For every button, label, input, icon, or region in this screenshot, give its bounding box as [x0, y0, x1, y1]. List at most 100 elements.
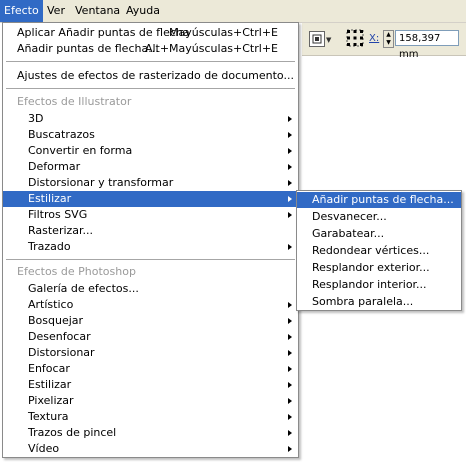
submenu-item-label: Redondear vértices... — [312, 244, 430, 257]
menu-item-shortcut: Alt+Mayúsculas+Ctrl+E — [144, 42, 278, 55]
efecto-menu: Aplicar Añadir puntas de flecha Mayúscul… — [2, 22, 299, 458]
menu-item-pixelizar[interactable]: Pixelizar — [3, 393, 298, 409]
menu-item-galeria-de-efectos[interactable]: Galería de efectos... — [3, 281, 298, 297]
submenu-arrow-icon — [288, 196, 292, 202]
x-coordinate-field[interactable]: 158,397 mm — [395, 30, 459, 60]
menu-item-label: Buscatrazos — [28, 128, 95, 141]
submenu-arrow-icon — [288, 212, 292, 218]
submenu-arrow-icon — [288, 148, 292, 154]
menu-item-artistico[interactable]: Artístico — [3, 297, 298, 313]
menu-item-raster-settings[interactable]: Ajustes de efectos de rasterizado de doc… — [3, 68, 298, 84]
menu-item-desenfocar[interactable]: Desenfocar — [3, 329, 298, 345]
menu-item-trazos-de-pincel[interactable]: Trazos de pincel — [3, 425, 298, 441]
submenu-arrow-icon — [288, 244, 292, 250]
submenu-item-garabatear[interactable]: Garabatear... — [297, 226, 461, 242]
section-header-label: Efectos de Illustrator — [17, 95, 132, 108]
submenu-item-label: Resplandor exterior... — [312, 261, 430, 274]
x-coordinate-label: X: — [369, 33, 380, 44]
menubar-item-efecto[interactable]: Efecto — [0, 0, 43, 22]
submenu-arrow-icon — [288, 446, 292, 452]
menu-item-bosquejar[interactable]: Bosquejar — [3, 313, 298, 329]
menubar-label: Ventana — [75, 4, 121, 17]
menubar-item-ayuda[interactable]: Ayuda — [122, 0, 164, 22]
menu-item-deformar[interactable]: Deformar — [3, 159, 298, 175]
submenu-arrow-icon — [288, 430, 292, 436]
section-header-photoshop: Efectos de Photoshop — [3, 264, 298, 280]
menu-item-convertir-en-forma[interactable]: Convertir en forma — [3, 143, 298, 159]
menubar-label: Efecto — [4, 4, 39, 17]
control-toolbar: ▼ X: ▲ ▼ 158,397 mm — [302, 23, 466, 60]
menu-item-label: Pixelizar — [28, 394, 74, 407]
menu-item-distorsionar-y-transformar[interactable]: Distorsionar y transformar — [3, 175, 298, 191]
menu-item-filtros-svg[interactable]: Filtros SVG — [3, 207, 298, 223]
menu-item-label: Filtros SVG — [28, 208, 88, 221]
submenu-arrow-icon — [288, 318, 292, 324]
submenu-item-resplandor-exterior[interactable]: Resplandor exterior... — [297, 260, 461, 276]
submenu-item-resplandor-interior[interactable]: Resplandor interior... — [297, 277, 461, 293]
menu-item-enfocar[interactable]: Enfocar — [3, 361, 298, 377]
menu-item-3d[interactable]: 3D — [3, 111, 298, 127]
menu-item-label: Aplicar Añadir puntas de flecha — [17, 26, 190, 39]
menu-item-estilizar-ps[interactable]: Estilizar — [3, 377, 298, 393]
submenu-item-sombra-paralela[interactable]: Sombra paralela... — [297, 294, 461, 310]
submenu-arrow-icon — [288, 334, 292, 340]
menu-item-buscatrazos[interactable]: Buscatrazos — [3, 127, 298, 143]
menubar-item-ventana[interactable]: Ventana — [71, 0, 124, 22]
section-header-label: Efectos de Photoshop — [17, 265, 136, 278]
submenu-item-label: Resplandor interior... — [312, 278, 427, 291]
submenu-item-label: Desvanecer... — [312, 210, 387, 223]
menu-item-label: Galería de efectos... — [28, 282, 139, 295]
menu-item-label: Rasterizar... — [28, 224, 94, 237]
menu-item-label: Bosquejar — [28, 314, 84, 327]
menu-item-last-effect[interactable]: Añadir puntas de flecha... Alt+Mayúscula… — [3, 41, 298, 57]
menu-item-label: Desenfocar — [28, 330, 91, 343]
menu-item-video[interactable]: Vídeo — [3, 441, 298, 457]
submenu-arrow-icon — [288, 350, 292, 356]
menu-item-apply-last-effect[interactable]: Aplicar Añadir puntas de flecha Mayúscul… — [3, 25, 298, 41]
menubar-label: Ayuda — [126, 4, 160, 17]
submenu-item-anadir-puntas-de-flecha[interactable]: Añadir puntas de flecha... — [297, 192, 461, 208]
align-glyph-icon — [312, 34, 322, 44]
submenu-item-redondear-vertices[interactable]: Redondear vértices... — [297, 243, 461, 259]
menu-item-label: Trazos de pincel — [28, 426, 117, 439]
menu-item-label: Distorsionar y transformar — [28, 176, 174, 189]
menu-item-trazado[interactable]: Trazado — [3, 239, 298, 255]
menu-item-label: Artístico — [28, 298, 74, 311]
menu-item-label: Vídeo — [28, 442, 60, 455]
submenu-arrow-icon — [288, 382, 292, 388]
submenu-item-desvanecer[interactable]: Desvanecer... — [297, 209, 461, 225]
menu-item-estilizar[interactable]: Estilizar — [3, 191, 298, 207]
menu-bar: Efecto Ver Ventana Ayuda — [0, 0, 466, 23]
menu-item-label: Convertir en forma — [28, 144, 133, 157]
reference-point-icon[interactable] — [346, 29, 364, 47]
menu-item-label: Distorsionar — [28, 346, 95, 359]
menu-separator — [6, 259, 295, 261]
menu-item-distorsionar[interactable]: Distorsionar — [3, 345, 298, 361]
menubar-item-ver[interactable]: Ver — [43, 0, 69, 22]
align-icon[interactable] — [309, 31, 325, 47]
menu-item-label: Enfocar — [28, 362, 70, 375]
dropdown-arrow-icon[interactable]: ▼ — [326, 36, 331, 44]
submenu-arrow-icon — [288, 116, 292, 122]
submenu-arrow-icon — [288, 132, 292, 138]
menu-item-rasterizar[interactable]: Rasterizar... — [3, 223, 298, 239]
menu-item-textura[interactable]: Textura — [3, 409, 298, 425]
submenu-arrow-icon — [288, 164, 292, 170]
menu-item-label: Deformar — [28, 160, 81, 173]
menu-item-label: 3D — [28, 112, 44, 125]
menu-separator — [6, 61, 295, 63]
submenu-arrow-icon — [288, 302, 292, 308]
x-spinner[interactable]: ▲ ▼ — [383, 30, 394, 48]
menu-item-label: Ajustes de efectos de rasterizado de doc… — [17, 69, 294, 82]
section-header-illustrator: Efectos de Illustrator — [3, 94, 298, 110]
menubar-label: Ver — [47, 4, 65, 17]
submenu-item-label: Añadir puntas de flecha... — [312, 193, 454, 206]
submenu-arrow-icon — [288, 180, 292, 186]
menu-item-label: Textura — [28, 410, 69, 423]
submenu-item-label: Garabatear... — [312, 227, 385, 240]
menu-item-label: Estilizar — [28, 378, 72, 391]
menu-item-label: Estilizar — [28, 192, 72, 205]
submenu-arrow-icon — [288, 398, 292, 404]
submenu-item-label: Sombra paralela... — [312, 295, 414, 308]
menu-item-label: Trazado — [28, 240, 71, 253]
